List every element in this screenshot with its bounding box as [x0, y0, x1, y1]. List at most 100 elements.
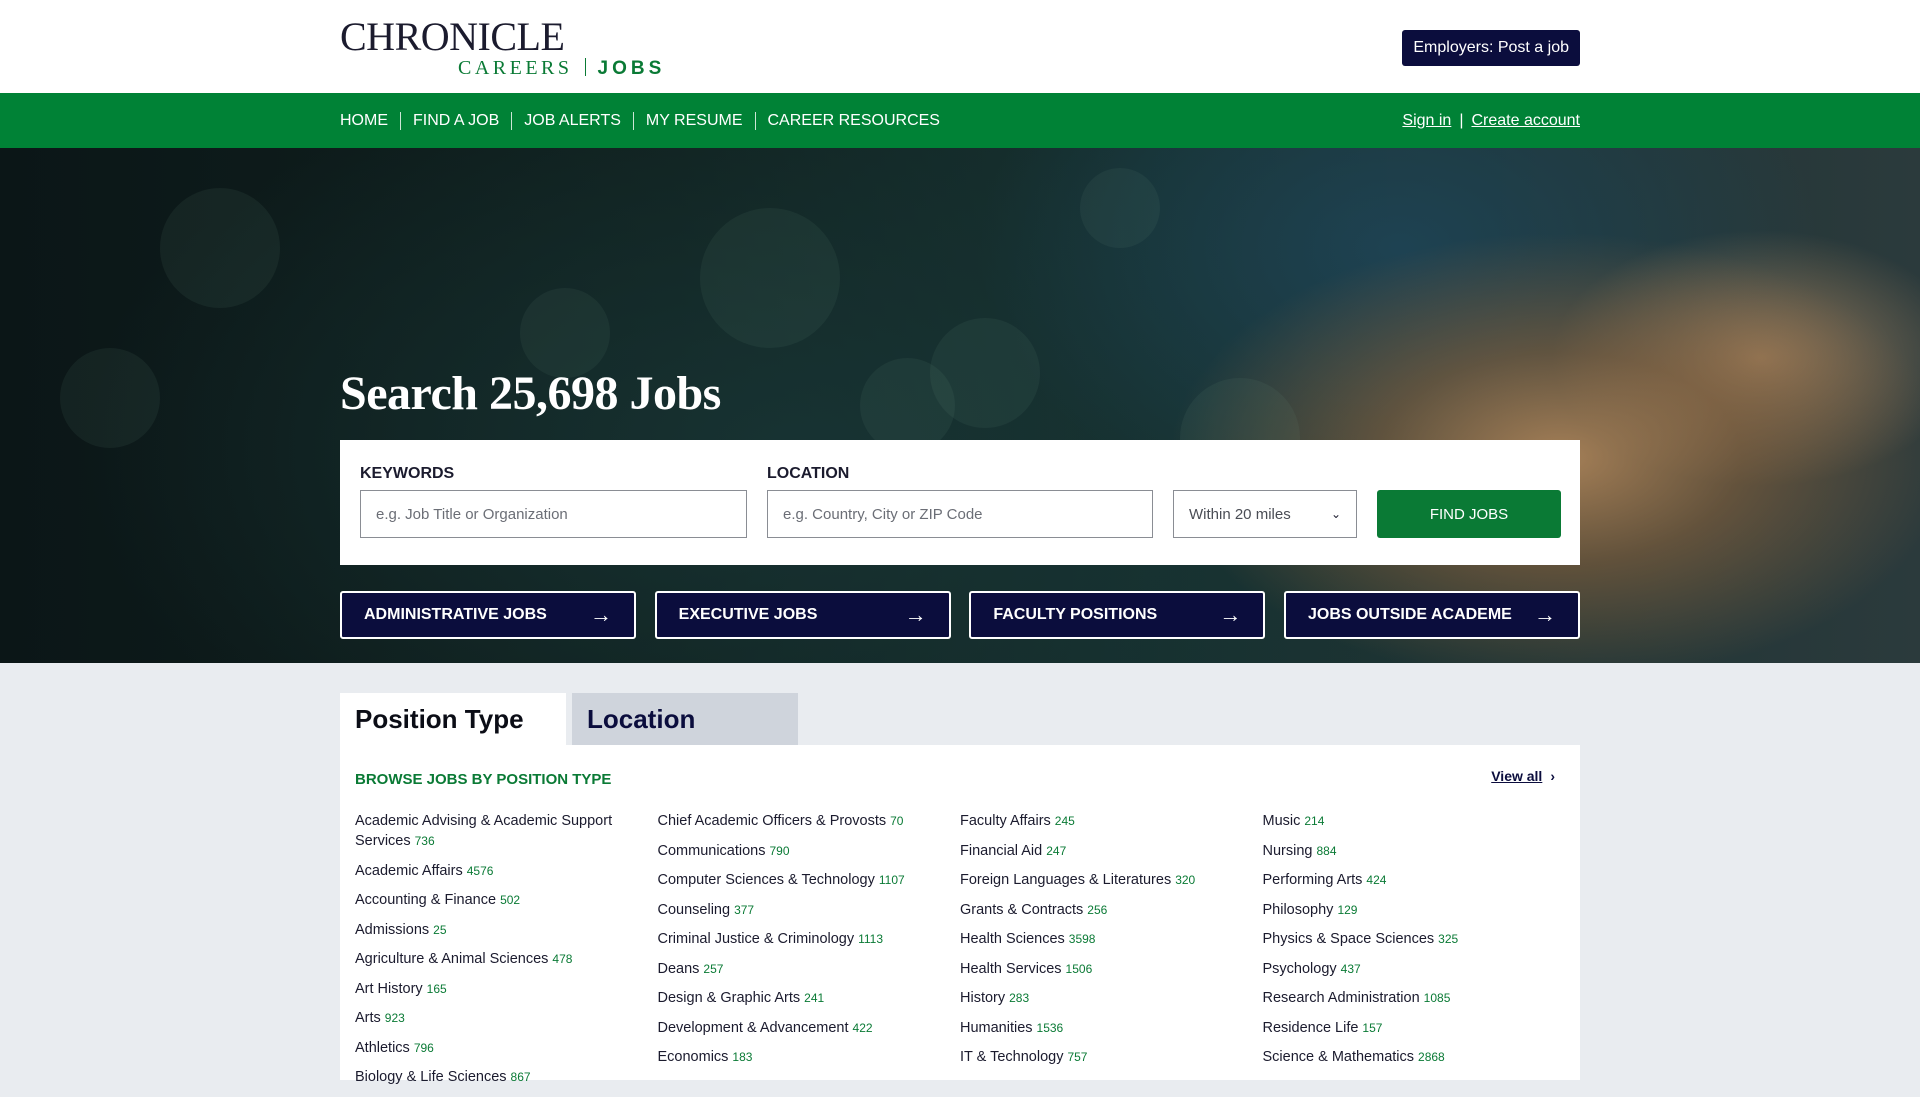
- category-link[interactable]: Nursing 884: [1263, 841, 1566, 861]
- category-link[interactable]: Residence Life 157: [1263, 1018, 1566, 1038]
- arrow-right-icon: →: [1533, 602, 1556, 627]
- tab-position-type[interactable]: Position Type: [340, 693, 566, 745]
- location-input[interactable]: [767, 490, 1153, 538]
- keywords-input[interactable]: [360, 490, 747, 538]
- category-name: Counseling: [657, 901, 731, 918]
- category-count: 1113: [858, 932, 884, 946]
- auth-separator: |: [1459, 111, 1464, 129]
- category-count: 320: [1175, 873, 1196, 887]
- arrow-right-icon: →: [590, 602, 612, 627]
- category-count: 325: [1438, 932, 1459, 946]
- nav-job-alerts[interactable]: JOB ALERTS: [511, 111, 633, 130]
- radius-select[interactable]: Within 20 miles ⌄: [1173, 490, 1357, 538]
- category-link[interactable]: Faculty Affairs 245: [960, 811, 1263, 831]
- category-name: Criminal Justice & Criminology: [657, 931, 855, 947]
- category-name: Athletics: [355, 1039, 410, 1056]
- tab-location[interactable]: Location: [572, 693, 798, 745]
- view-all-link[interactable]: View all ›: [1491, 768, 1555, 784]
- jobs-outside-academe-link[interactable]: JOBS OUTSIDE ACADEME →: [1283, 591, 1580, 639]
- nav-my-resume[interactable]: MY RESUME: [632, 111, 755, 130]
- category-link[interactable]: Foreign Languages & Literatures 320: [960, 870, 1263, 890]
- create-account-link[interactable]: Create account: [1471, 112, 1580, 130]
- category-link[interactable]: Music 214: [1263, 811, 1566, 831]
- category-link[interactable]: Biology & Life Sciences 867: [355, 1067, 658, 1087]
- category-name: Grants & Contracts: [960, 901, 1084, 918]
- category-link[interactable]: Performing Arts 424: [1263, 870, 1566, 890]
- category-count: 757: [1067, 1050, 1088, 1064]
- post-job-button[interactable]: Employers: Post a job: [1402, 30, 1580, 66]
- logo-wordmark: CHRONICLE: [340, 14, 565, 59]
- category-link[interactable]: Computer Sciences & Technology 1107: [658, 870, 961, 890]
- category-link[interactable]: Physics & Space Sciences 325: [1263, 929, 1566, 949]
- category-count: 157: [1362, 1020, 1383, 1035]
- category-count: 923: [384, 1011, 405, 1025]
- category-name: Design & Graphic Arts: [657, 990, 801, 1006]
- quick-link-label: ADMINISTRATIVE JOBS: [364, 606, 547, 623]
- category-link[interactable]: Athletics 796: [355, 1038, 658, 1058]
- category-link[interactable]: Art History 165: [355, 979, 658, 999]
- category-count: 424: [1366, 873, 1387, 887]
- category-count: 377: [734, 902, 755, 917]
- category-link[interactable]: Design & Graphic Arts 241: [658, 988, 961, 1008]
- category-link[interactable]: Psychology 437: [1263, 959, 1566, 979]
- executive-jobs-link[interactable]: EXECUTIVE JOBS →: [654, 591, 951, 639]
- category-count: 867: [510, 1070, 531, 1084]
- category-link[interactable]: Research Administration 1085: [1263, 988, 1566, 1008]
- find-jobs-button[interactable]: FIND JOBS: [1377, 490, 1561, 538]
- category-name: Health Services: [960, 960, 1062, 977]
- category-link[interactable]: Economics 183: [658, 1047, 961, 1067]
- category-link[interactable]: Counseling 377: [658, 900, 961, 920]
- browse-section: Position Type Location BROWSE JOBS BY PO…: [0, 663, 1920, 1085]
- category-link[interactable]: IT & Technology 757: [960, 1047, 1263, 1067]
- category-link[interactable]: Criminal Justice & Criminology 1113: [658, 929, 961, 949]
- category-name: Health Sciences: [960, 931, 1065, 947]
- faculty-positions-link[interactable]: FACULTY POSITIONS →: [969, 591, 1266, 639]
- category-link[interactable]: Grants & Contracts 256: [960, 900, 1263, 920]
- category-name: Arts: [355, 1010, 381, 1026]
- category-count: 241: [804, 991, 825, 1005]
- nav-career-resources[interactable]: CAREER RESOURCES: [754, 111, 952, 130]
- category-count: 437: [1340, 961, 1361, 976]
- job-search-form: KEYWORDS LOCATION Within 20 miles ⌄ FIND…: [340, 440, 1580, 565]
- quick-link-label: FACULTY POSITIONS: [993, 606, 1158, 623]
- arrow-right-icon: →: [904, 602, 927, 627]
- category-name: Art History: [355, 980, 423, 997]
- category-column: Chief Academic Officers & Provosts 70 Comm…: [658, 811, 961, 1097]
- category-link[interactable]: Accounting & Finance 502: [355, 890, 658, 910]
- category-link[interactable]: Health Services 1506: [960, 959, 1263, 979]
- category-count: 247: [1046, 843, 1067, 858]
- category-link[interactable]: Science & Mathematics 2868: [1263, 1047, 1566, 1067]
- category-name: Financial Aid: [960, 842, 1043, 859]
- administrative-jobs-link[interactable]: ADMINISTRATIVE JOBS →: [340, 591, 636, 639]
- category-link[interactable]: Development & Advancement 422: [658, 1018, 961, 1038]
- category-link[interactable]: Academic Advising & Academic Support Ser…: [355, 811, 658, 851]
- category-link[interactable]: History 283: [960, 988, 1263, 1008]
- category-link[interactable]: Communications 790: [658, 841, 961, 861]
- category-link[interactable]: Admissions 25: [355, 920, 658, 940]
- category-link[interactable]: Chief Academic Officers & Provosts 70: [658, 811, 961, 831]
- category-count: 736: [414, 834, 435, 848]
- category-count: 245: [1054, 814, 1075, 828]
- category-name: Residence Life: [1262, 1019, 1359, 1036]
- category-count: 70: [890, 814, 904, 828]
- nav-home[interactable]: HOME: [340, 112, 400, 130]
- category-name: IT & Technology: [960, 1049, 1064, 1065]
- sign-in-link[interactable]: Sign in: [1402, 112, 1451, 130]
- category-link[interactable]: Humanities 1536: [960, 1018, 1263, 1038]
- category-name: Humanities: [960, 1019, 1033, 1036]
- category-link[interactable]: Agriculture & Animal Sciences 478: [355, 949, 658, 969]
- category-link[interactable]: Health Sciences 3598: [960, 929, 1263, 949]
- category-link[interactable]: Arts 923: [355, 1008, 658, 1028]
- category-name: Accounting & Finance: [355, 892, 497, 908]
- category-count: 502: [500, 893, 521, 907]
- category-link[interactable]: Deans 257: [658, 959, 961, 979]
- category-link[interactable]: Philosophy 129: [1263, 900, 1566, 920]
- nav-find-a-job[interactable]: FIND A JOB: [400, 111, 511, 130]
- logo-subline: CAREERS JOBS: [458, 57, 665, 80]
- category-link[interactable]: Academic Affairs 4576: [355, 861, 658, 881]
- category-name: Development & Advancement: [657, 1019, 849, 1036]
- chronicle-jobs-logo[interactable]: CHRONICLE CAREERS JOBS: [340, 14, 670, 80]
- category-link[interactable]: Financial Aid 247: [960, 841, 1263, 861]
- category-count: 214: [1304, 814, 1325, 828]
- category-name: Deans: [657, 960, 700, 977]
